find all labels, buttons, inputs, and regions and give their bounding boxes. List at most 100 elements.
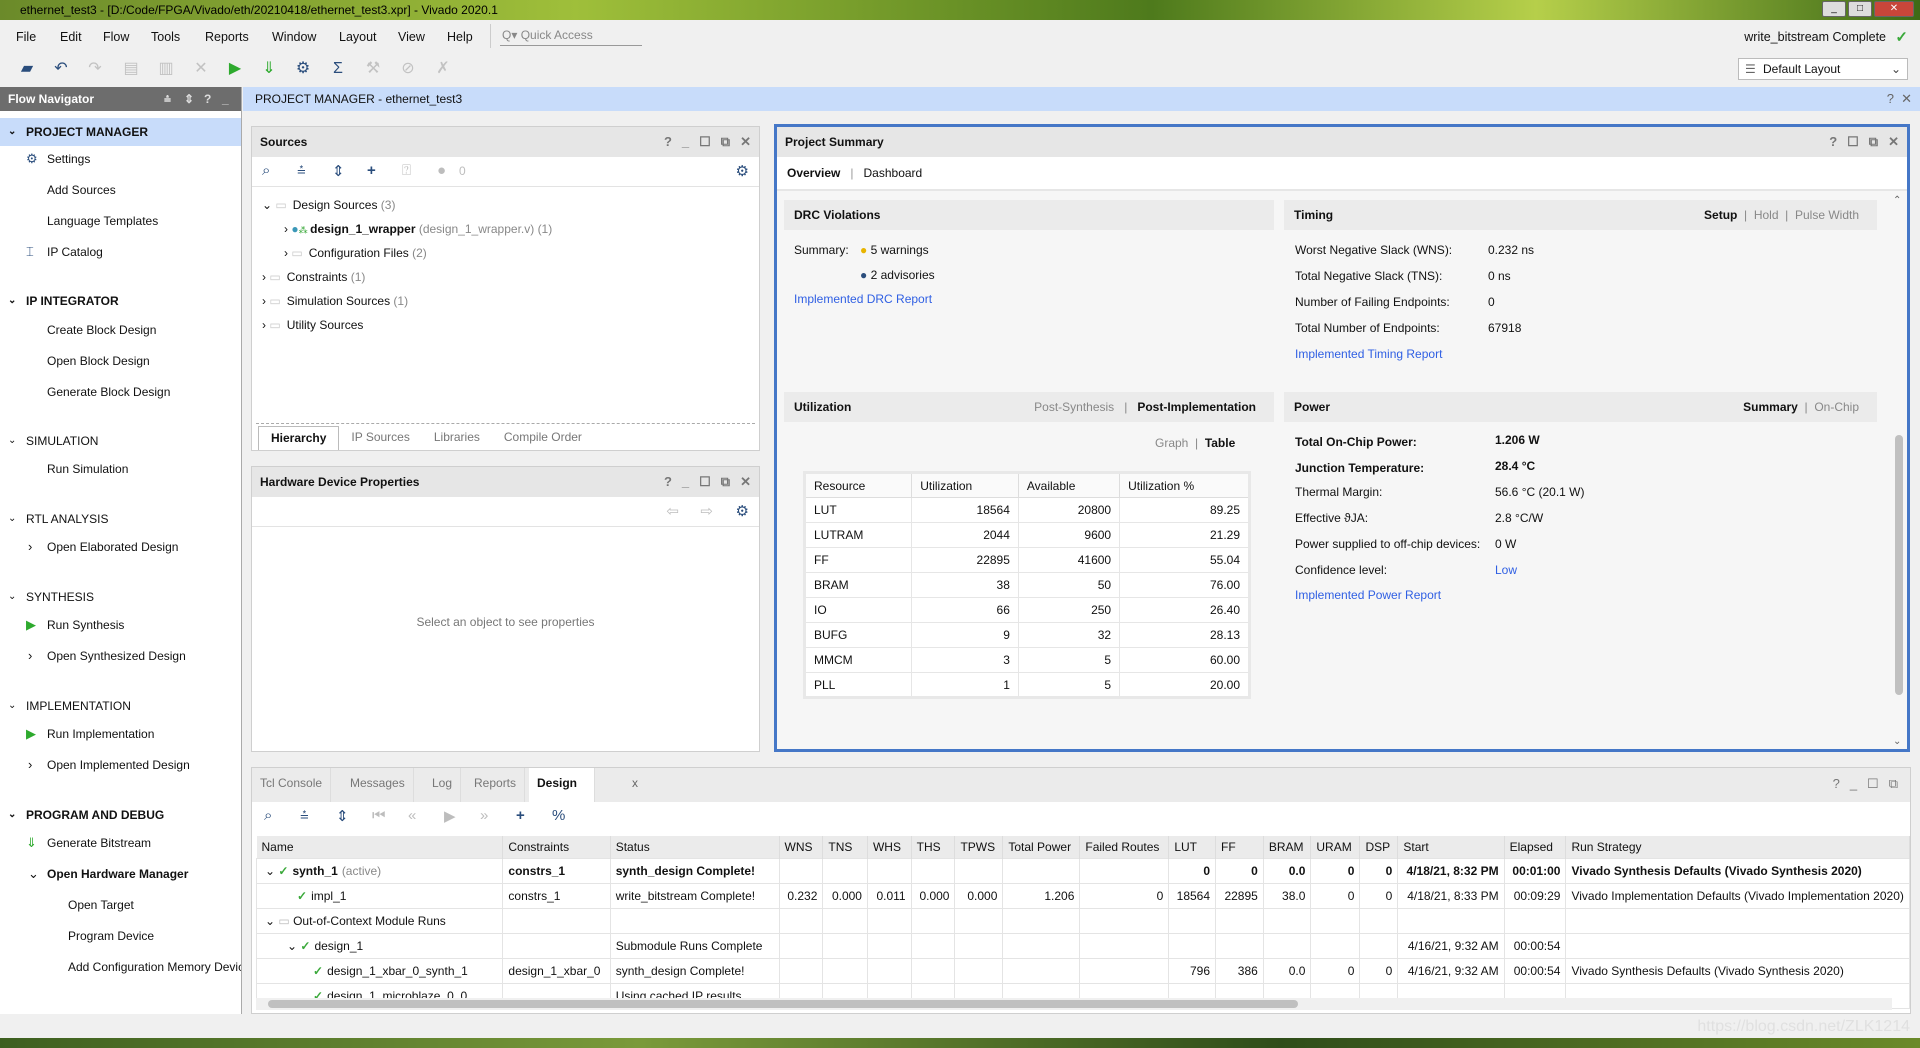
horizontal-scrollbar[interactable] [256,998,1892,1010]
minimize-icon[interactable]: _ [682,127,689,157]
column-header[interactable]: WNS [779,836,824,858]
tab-dashboard[interactable]: Dashboard [864,166,923,180]
float-icon[interactable]: ⧉ [1889,776,1898,792]
timing-setup-option[interactable]: Setup [1704,208,1737,222]
previous-icon[interactable]: « [408,807,416,824]
run-row[interactable]: ⌄ ✓ design_1 Submodule Runs Complete 4/16/2… [255,932,1910,959]
minimize-button[interactable]: _ [1822,1,1846,17]
confidence-level-link[interactable]: Low [1495,560,1517,580]
settings-gear-icon[interactable]: ⚙ [292,59,314,79]
column-header[interactable]: LUT [1168,836,1217,858]
chevron-down-icon[interactable]: ⌄ [265,864,278,878]
menu-help[interactable]: Help [447,30,473,44]
tab-tcl-console[interactable]: Tcl Console [252,768,332,802]
minimize-icon[interactable]: _ [682,467,689,497]
tree-utility-sources[interactable]: › ▭ Utility Sources [262,313,363,337]
help-icon[interactable]: ? [1833,776,1840,792]
nav-item-add-config-memory[interactable]: Add Configuration Memory Device [0,955,241,979]
column-header[interactable]: WHS [867,836,912,858]
column-header[interactable]: Total Power [1002,836,1081,858]
help-icon[interactable]: ? [1887,87,1894,111]
nav-item-ip-catalog[interactable]: ⌶ IP Catalog [0,240,241,264]
quick-access-input[interactable]: Q▾ Quick Access [500,26,642,46]
nav-item-open-synthesized-design[interactable]: › Open Synthesized Design [0,644,241,668]
column-header[interactable]: TPWS [954,836,1004,858]
tab-hierarchy[interactable]: Hierarchy [258,426,340,450]
column-header[interactable]: Utilization [911,472,1019,498]
scroll-down-icon[interactable]: ⌄ [1893,736,1901,747]
close-tab-icon[interactable]: x [632,776,638,790]
nav-section-rtl-analysis[interactable]: ⌄ RTL ANALYSIS [0,505,241,533]
search-icon[interactable]: ⌕ [264,807,272,824]
menu-window[interactable]: Window [272,30,316,44]
run-row[interactable]: ⌄ ▭ Out-of-Context Module Runs [255,907,1910,934]
float-icon[interactable]: ⧉ [721,467,730,497]
add-icon[interactable]: + [367,162,376,179]
column-header[interactable]: Resource [803,472,913,498]
minimize-icon[interactable]: _ [222,87,229,111]
help-icon[interactable]: ? [664,467,672,497]
nav-item-run-simulation[interactable]: Run Simulation [0,457,241,481]
run-icon[interactable]: ▶ [224,59,246,79]
tab-libraries[interactable]: Libraries [422,426,492,450]
float-icon[interactable]: ⧉ [1869,127,1878,157]
layout-select[interactable]: ☰ Default Layout ⌄ [1738,58,1908,80]
tool-x-icon[interactable]: ⊘ [397,59,419,79]
maximize-icon[interactable]: ☐ [1867,776,1879,792]
nav-item-create-block-design[interactable]: Create Block Design [0,318,241,342]
maximize-icon[interactable]: ☐ [1847,127,1859,157]
nav-section-program-and-debug[interactable]: ⌄ PROGRAM AND DEBUG [0,801,241,829]
collapse-all-icon[interactable]: ⩮ [297,162,306,179]
post-implementation-option[interactable]: Post-Implementation [1137,400,1256,414]
tab-ip-sources[interactable]: IP Sources [339,426,421,450]
close-window-button[interactable]: ✕ [1874,1,1914,17]
nav-item-add-sources[interactable]: Add Sources [0,178,241,202]
tab-log[interactable]: Log [424,768,462,802]
timing-hold-option[interactable]: Hold [1754,208,1779,222]
run-row[interactable]: ✓ design_1_xbar_0_synth_1 design_1_xbar_0 s… [255,957,1910,984]
close-icon[interactable]: ✕ [740,127,751,157]
column-header[interactable]: Utilization % [1119,472,1250,498]
auto-connect-icon[interactable]: ⚒ [362,59,384,79]
column-header[interactable]: BRAM [1263,836,1312,858]
menu-tools[interactable]: Tools [151,30,180,44]
menu-file[interactable]: File [16,30,36,44]
expand-all-icon[interactable]: ⇕ [332,162,345,180]
timing-pulse-width-option[interactable]: Pulse Width [1795,208,1859,222]
column-header[interactable]: Status [610,836,780,858]
collapse-all-icon[interactable]: ⩮ [164,87,171,111]
nav-item-open-elaborated-design[interactable]: › Open Elaborated Design [0,535,241,559]
maximize-button[interactable]: □ [1848,1,1872,17]
close-icon[interactable]: ✕ [1901,87,1912,111]
nav-item-generate-block-design[interactable]: Generate Block Design [0,380,241,404]
menu-layout[interactable]: Layout [339,30,377,44]
nav-section-simulation[interactable]: ⌄ SIMULATION [0,427,241,455]
percent-icon[interactable]: % [552,807,565,824]
column-header[interactable]: URAM [1310,836,1361,858]
run-row[interactable]: ⌄ ✓ synth_1 (active) constrs_1 synth_design … [255,857,1910,884]
maximize-icon[interactable]: ☐ [699,127,711,157]
tab-overview[interactable]: Overview [787,166,840,180]
column-header[interactable]: TNS [822,836,868,858]
table-view-option[interactable]: Table [1205,436,1235,450]
close-icon[interactable]: ✕ [1888,127,1899,157]
tree-simulation-sources[interactable]: › ▭ Simulation Sources (1) [262,289,408,313]
copy-icon[interactable]: ▤ [120,59,142,79]
nav-item-generate-bitstream[interactable]: ⇓ Generate Bitstream [0,831,241,855]
next-icon[interactable]: » [480,807,488,824]
gear-icon[interactable]: ⚙ [736,502,749,520]
scroll-up-icon[interactable]: ⌃ [1893,195,1901,206]
chevron-down-icon[interactable]: ⌄ [287,939,300,953]
column-header[interactable]: FF [1215,836,1264,858]
nav-section-implementation[interactable]: ⌄ IMPLEMENTATION [0,692,241,720]
column-header[interactable]: Constraints [502,836,611,858]
tree-design-1-wrapper[interactable]: › ●⁂ design_1_wrapper (design_1_wrapper.… [284,217,552,241]
play-icon[interactable]: ▶ [444,807,456,825]
post-synthesis-option[interactable]: Post-Synthesis [1034,400,1114,414]
graph-view-option[interactable]: Graph [1155,436,1188,450]
menu-reports[interactable]: Reports [205,30,249,44]
run-row[interactable]: ✓ impl_1 constrs_1 write_bitstream Complete… [255,882,1910,909]
tree-design-sources[interactable]: ⌄ ▭ Design Sources (3) [262,193,395,217]
drc-warnings[interactable]: ● 5 warnings [860,240,929,260]
tab-reports[interactable]: Reports [466,768,526,802]
